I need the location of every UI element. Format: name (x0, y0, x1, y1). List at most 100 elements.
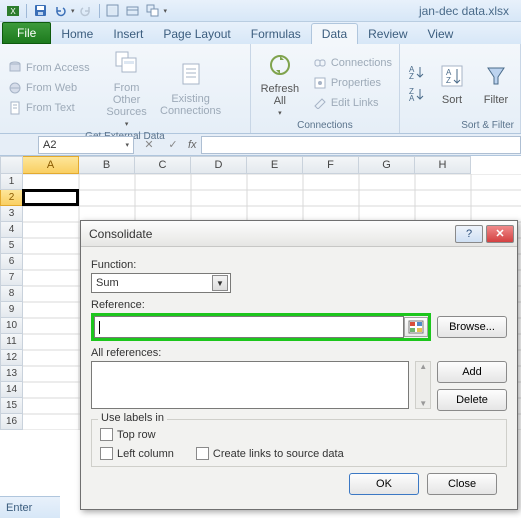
all-references-label: All references: (91, 347, 507, 359)
row-header[interactable]: 15 (0, 398, 23, 414)
redo-icon[interactable] (77, 3, 95, 19)
col-header[interactable]: A (23, 156, 79, 174)
chevron-down-icon[interactable]: ▼ (212, 275, 228, 291)
save-icon[interactable] (31, 3, 49, 19)
row-header[interactable]: 2 (0, 190, 23, 206)
undo-icon[interactable] (51, 3, 69, 19)
delete-button[interactable]: Delete (437, 389, 507, 411)
name-box[interactable]: A2 ▾ (38, 136, 134, 154)
globe-icon (7, 80, 23, 96)
sort-button[interactable]: AZSort (432, 46, 472, 119)
row-headers: 1 2 3 4 5 6 7 8 9 10 11 12 13 14 15 16 (0, 174, 23, 430)
function-value: Sum (96, 277, 119, 289)
accept-entry-button[interactable]: ✓ (164, 137, 182, 153)
qat-customize-dropdown[interactable]: ▾ (164, 7, 168, 15)
status-mode: Enter (6, 502, 32, 514)
undo-dropdown[interactable]: ▾ (71, 7, 75, 15)
ribbon-group-connections: Refresh All▾ Connections Properties Edit… (251, 44, 400, 133)
svg-text:A: A (409, 94, 415, 102)
name-box-value: A2 (43, 139, 56, 151)
row-header[interactable]: 8 (0, 286, 23, 302)
function-label: Function: (91, 259, 507, 271)
ribbon-tabs: File Home Insert Page Layout Formulas Da… (0, 22, 521, 44)
sort-desc-button[interactable]: ZA (407, 84, 425, 104)
top-row-checkbox[interactable]: Top row (100, 428, 174, 441)
listbox-scrollbar[interactable]: ▲▼ (415, 361, 431, 409)
row-header[interactable]: 16 (0, 414, 23, 430)
tab-file[interactable]: File (2, 22, 51, 44)
row-header[interactable]: 13 (0, 366, 23, 382)
ribbon-group-sort-filter: AZ ZA AZSort Filter Sort & Filter (400, 44, 521, 133)
from-other-sources-button[interactable]: From Other Sources▾ (97, 46, 157, 130)
all-references-listbox[interactable] (91, 361, 409, 409)
close-button[interactable]: Close (427, 473, 497, 495)
from-web-button[interactable]: From Web (4, 78, 93, 98)
row-header[interactable]: 6 (0, 254, 23, 270)
col-header[interactable]: F (303, 156, 359, 174)
reference-input[interactable] (94, 316, 404, 338)
row-header[interactable]: 10 (0, 318, 23, 334)
from-text-button[interactable]: From Text (4, 98, 93, 118)
excel-icon[interactable]: X (4, 3, 22, 19)
col-header[interactable]: D (191, 156, 247, 174)
sort-asc-button[interactable]: AZ (407, 62, 425, 82)
dialog-title: Consolidate (89, 227, 455, 241)
select-all-corner[interactable] (0, 156, 23, 174)
groupbox-legend: Use labels in (98, 412, 167, 424)
tab-review[interactable]: Review (358, 24, 417, 44)
svg-text:Z: Z (409, 72, 414, 80)
edit-links-icon (312, 95, 328, 111)
row-header[interactable]: 14 (0, 382, 23, 398)
properties-button[interactable]: Properties (309, 73, 395, 93)
title-bar: X ▾ ▾ jan-dec data.xlsx (0, 0, 521, 22)
row-header[interactable]: 1 (0, 174, 23, 190)
function-combobox[interactable]: Sum ▼ (91, 273, 231, 293)
from-access-button[interactable]: From Access (4, 58, 93, 78)
col-header[interactable]: C (135, 156, 191, 174)
existing-connections-button[interactable]: Existing Connections (161, 46, 221, 130)
tab-data[interactable]: Data (311, 23, 358, 44)
row-header[interactable]: 3 (0, 206, 23, 222)
row-header[interactable]: 11 (0, 334, 23, 350)
formula-bar[interactable] (201, 136, 521, 154)
svg-text:Z: Z (446, 76, 451, 85)
tab-home[interactable]: Home (51, 24, 103, 44)
qat-extra1-icon[interactable] (104, 3, 122, 19)
tab-insert[interactable]: Insert (103, 24, 153, 44)
range-selector-button[interactable] (404, 317, 428, 337)
funnel-icon (480, 60, 512, 92)
add-button[interactable]: Add (437, 361, 507, 383)
tab-page-layout[interactable]: Page Layout (153, 24, 240, 44)
cancel-entry-button[interactable]: ✕ (140, 137, 158, 153)
row-header[interactable]: 4 (0, 222, 23, 238)
col-header[interactable]: H (415, 156, 471, 174)
name-box-dropdown[interactable]: ▾ (125, 141, 129, 149)
col-header[interactable]: B (79, 156, 135, 174)
row-header[interactable]: 9 (0, 302, 23, 318)
left-column-checkbox[interactable]: Left column (100, 447, 174, 460)
tab-view[interactable]: View (418, 24, 464, 44)
refresh-all-button[interactable]: Refresh All▾ (255, 46, 305, 119)
col-header[interactable]: E (247, 156, 303, 174)
fx-icon[interactable]: fx (188, 139, 197, 151)
ok-button[interactable]: OK (349, 473, 419, 495)
dialog-titlebar[interactable]: Consolidate ? ✕ (81, 221, 517, 247)
svg-text:X: X (10, 7, 16, 16)
row-header[interactable]: 7 (0, 270, 23, 286)
filter-button[interactable]: Filter (476, 46, 516, 119)
row-header[interactable]: 12 (0, 350, 23, 366)
qat-extra2-icon[interactable] (124, 3, 142, 19)
connections-button[interactable]: Connections (309, 53, 395, 73)
dialog-help-button[interactable]: ? (455, 225, 483, 243)
group-label: Sort & Filter (404, 119, 516, 132)
col-header[interactable]: G (359, 156, 415, 174)
browse-button[interactable]: Browse... (437, 316, 507, 338)
qat-extra3-icon[interactable] (144, 3, 162, 19)
dialog-close-button[interactable]: ✕ (486, 225, 514, 243)
create-links-checkbox[interactable]: Create links to source data (196, 447, 344, 460)
selected-cell[interactable] (22, 189, 79, 206)
tab-formulas[interactable]: Formulas (241, 24, 311, 44)
edit-links-button[interactable]: Edit Links (309, 93, 395, 113)
row-header[interactable]: 5 (0, 238, 23, 254)
refresh-icon (264, 49, 296, 81)
